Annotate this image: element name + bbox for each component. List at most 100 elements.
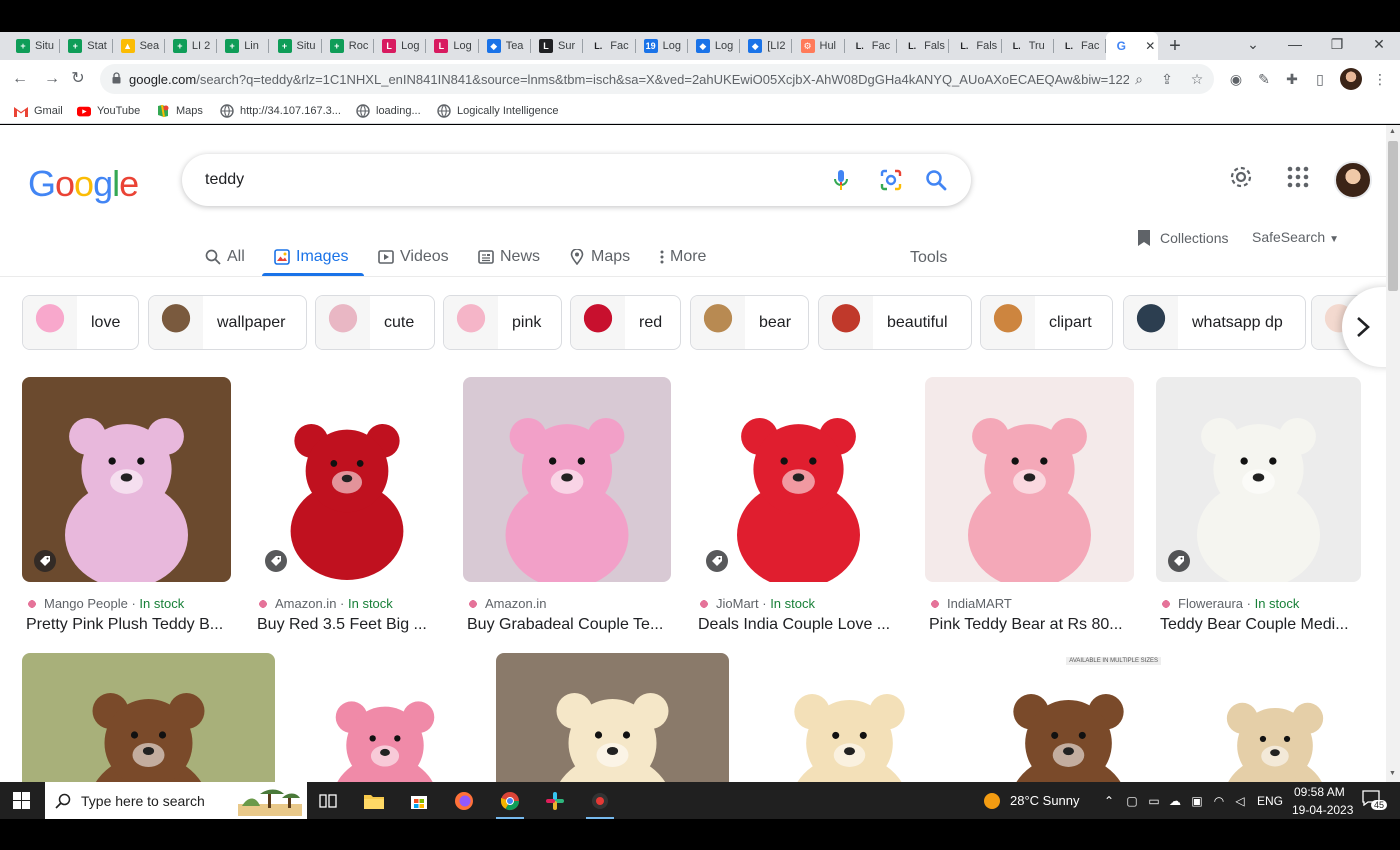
image-result-card[interactable]: Mango People · In stock Pretty Pink Plush… <box>22 377 231 637</box>
browser-tab[interactable]: + Stat <box>60 32 113 60</box>
extension-off-icon[interactable]: ◉ <box>1226 69 1246 89</box>
close-tab-icon[interactable]: ✕ <box>1145 39 1155 53</box>
result-title[interactable]: Teddy Bear Couple Medi... <box>1160 616 1349 634</box>
notifications-button[interactable]: 45 <box>1362 790 1388 812</box>
browser-tab[interactable]: + Situ <box>8 32 61 60</box>
scrollbar-thumb[interactable] <box>1388 141 1398 291</box>
result-title[interactable]: Deals India Couple Love ... <box>698 616 890 634</box>
lens-camera-icon[interactable] <box>878 167 904 193</box>
related-search-chip[interactable]: pink <box>443 295 562 350</box>
related-search-chip[interactable]: whatsapp dp <box>1123 295 1306 350</box>
minimize-icon[interactable]: — <box>1280 36 1310 56</box>
tray-chevron-up-icon[interactable]: ⌃ <box>1101 793 1117 809</box>
result-source[interactable]: IndiaMART <box>929 596 1012 611</box>
browser-tab[interactable]: L Log <box>374 32 427 60</box>
new-tab-button[interactable]: + <box>1164 36 1186 58</box>
browser-tab[interactable]: L. Fac <box>583 32 636 60</box>
related-search-chip[interactable]: cute <box>315 295 435 350</box>
browser-tab[interactable]: ◆ Log <box>688 32 741 60</box>
scroll-down-icon[interactable]: ▼ <box>1389 770 1396 777</box>
browser-tab[interactable]: + Lin <box>217 32 270 60</box>
result-thumbnail[interactable] <box>1156 377 1361 582</box>
collections-button[interactable]: Collections <box>1136 229 1228 247</box>
bookmark-loading[interactable]: loading... <box>356 102 421 120</box>
result-source[interactable]: Amazon.in · In stock <box>257 596 393 611</box>
browser-tab[interactable]: ◆ Tea <box>479 32 531 60</box>
share-icon[interactable]: ⇪ <box>1158 70 1176 88</box>
tab-videos[interactable]: Videos <box>378 242 449 272</box>
page-scrollbar[interactable]: ▲ ▼ <box>1386 125 1400 782</box>
browser-tab[interactable]: L. Fals <box>949 32 1002 60</box>
tray-battery-icon[interactable]: ▭ <box>1146 793 1162 809</box>
result-source[interactable]: Mango People · In stock <box>26 596 184 611</box>
close-window-icon[interactable]: ✕ <box>1364 36 1394 56</box>
related-search-chip[interactable]: wallpaper <box>148 295 307 350</box>
result-title[interactable]: Buy Grabadeal Couple Te... <box>467 616 663 634</box>
image-result-card[interactable] <box>297 653 473 782</box>
result-thumbnail[interactable] <box>694 377 903 582</box>
result-source[interactable]: JioMart · In stock <box>698 596 815 611</box>
safesearch-dropdown[interactable]: SafeSearch ▼ <box>1252 229 1339 245</box>
image-result-card[interactable] <box>496 653 729 782</box>
weather-text[interactable]: 28°C Sunny <box>1010 793 1080 808</box>
chrome-menu-icon[interactable]: ⋮ <box>1370 69 1390 89</box>
image-result-card[interactable]: Floweraura · In stock Teddy Bear Couple M… <box>1156 377 1361 637</box>
bookmark-maps[interactable]: Maps <box>156 102 203 120</box>
bookmark-gmail[interactable]: Gmail <box>14 102 63 120</box>
chrome-taskbar-icon[interactable] <box>490 786 530 819</box>
tray-display-icon[interactable]: ▣ <box>1189 793 1205 809</box>
tab-more[interactable]: More <box>658 242 706 272</box>
result-title[interactable]: Pink Teddy Bear at Rs 80... <box>929 616 1123 634</box>
url-text[interactable]: google.com/search?q=teddy&rlz=1C1NHXL_en… <box>129 72 1129 87</box>
file-explorer-icon[interactable] <box>354 786 394 816</box>
browser-tab[interactable]: + Situ <box>270 32 322 60</box>
weather-sun-icon[interactable] <box>983 792 1001 810</box>
account-avatar[interactable] <box>1334 161 1372 199</box>
result-source[interactable]: Amazon.in <box>467 596 546 611</box>
tray-device-icon[interactable]: ▢ <box>1124 793 1140 809</box>
image-result-card[interactable] <box>1189 653 1361 782</box>
tab-news[interactable]: News <box>478 242 540 272</box>
related-search-chip[interactable]: love <box>22 295 139 350</box>
search-submit-icon[interactable] <box>923 167 949 193</box>
slack-icon[interactable] <box>535 786 575 816</box>
settings-gear-icon[interactable] <box>1227 163 1255 191</box>
browser-tab[interactable]: L Log <box>426 32 479 60</box>
address-bar[interactable]: google.com/search?q=teddy&rlz=1C1NHXL_en… <box>100 64 1214 94</box>
google-logo[interactable]: Google <box>28 163 139 205</box>
related-search-chip[interactable]: beautiful <box>818 295 972 350</box>
clock-time[interactable]: 09:58 AM <box>1294 785 1345 799</box>
browser-tab[interactable]: L. Fals <box>897 32 950 60</box>
wifi-icon[interactable]: ◠ <box>1211 793 1227 809</box>
image-result-card[interactable] <box>22 653 275 782</box>
taskbar-search[interactable]: Type here to search <box>45 782 307 819</box>
result-source[interactable]: Floweraura · In stock <box>1160 596 1299 611</box>
volume-icon[interactable]: ◁ <box>1232 793 1248 809</box>
browser-tab[interactable]: L Sur <box>531 32 584 60</box>
back-icon[interactable]: ← <box>10 69 30 89</box>
search-input[interactable] <box>205 168 805 192</box>
screen-recorder-icon[interactable] <box>580 786 620 819</box>
tab-images[interactable]: Images <box>274 242 348 272</box>
image-result-card[interactable]: IndiaMART Pink Teddy Bear at Rs 80... <box>925 377 1134 637</box>
reload-icon[interactable]: ↻ <box>68 69 88 89</box>
language-indicator[interactable]: ENG <box>1257 794 1283 808</box>
forward-icon[interactable]: → <box>42 69 62 89</box>
browser-tab[interactable]: + Roc <box>322 32 375 60</box>
result-thumbnail[interactable] <box>496 653 729 782</box>
apps-grid-icon[interactable] <box>1284 163 1312 191</box>
result-thumbnail[interactable]: AVAILABLE IN MULTIPLE SIZES <box>970 653 1167 782</box>
result-thumbnail[interactable] <box>297 653 473 782</box>
result-thumbnail[interactable] <box>22 377 231 582</box>
bookmark-star-icon[interactable]: ☆ <box>1188 70 1206 88</box>
browser-tab[interactable]: L. Fac <box>845 32 898 60</box>
result-title[interactable]: Buy Red 3.5 Feet Big ... <box>257 616 427 634</box>
microsoft-store-icon[interactable] <box>399 786 439 816</box>
bookmark-ip[interactable]: http://34.107.167.3... <box>220 102 341 120</box>
tab-maps[interactable]: Maps <box>569 242 630 272</box>
result-thumbnail[interactable] <box>1189 653 1361 782</box>
profile-avatar[interactable] <box>1340 68 1362 90</box>
tab-all[interactable]: All <box>205 242 245 272</box>
firefox-icon[interactable] <box>444 786 484 816</box>
image-result-card[interactable]: AVAILABLE IN MULTIPLE SIZES <box>970 653 1167 782</box>
